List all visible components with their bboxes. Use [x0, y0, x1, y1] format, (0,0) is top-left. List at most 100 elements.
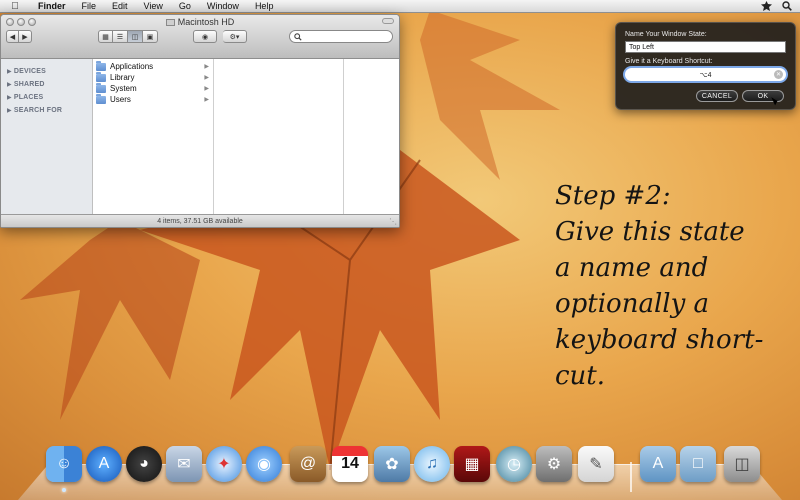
search-icon	[294, 32, 302, 41]
list-item-label: Library	[110, 73, 135, 82]
sidebar-section-search-for[interactable]: ▶ SEARCH FOR	[1, 104, 92, 117]
annotation-line: Give this state	[555, 217, 745, 247]
list-item-applications[interactable]: Applications ▶	[93, 60, 213, 72]
ical-icon[interactable]: 14	[332, 446, 368, 482]
time-machine-icon[interactable]: ◷	[496, 446, 532, 482]
safari-icon[interactable]: ✦	[206, 446, 242, 482]
search-field[interactable]	[289, 30, 393, 43]
sidebar-section-label: PLACES	[13, 94, 44, 101]
sidebar-section-shared[interactable]: ▶ SHARED	[1, 78, 92, 91]
title-bar[interactable]: Macintosh HD ◀ ▶ ▦ ☰ ◫ ▣ ◉ ⚙▾	[1, 15, 399, 59]
ichat-icon[interactable]: ◉	[246, 446, 282, 482]
folder-icon	[96, 71, 106, 82]
list-item-label: System	[110, 84, 137, 93]
toolbar: ◀ ▶ ▦ ☰ ◫ ▣ ◉ ⚙▾	[1, 29, 399, 55]
calendar-day: 14	[341, 455, 359, 472]
quick-look-button[interactable]: ◉	[193, 30, 217, 43]
cover-flow-icon: ▣	[146, 33, 154, 41]
trash-icon[interactable]: ◫	[724, 446, 760, 482]
forward-arrow-icon: ▶	[22, 33, 28, 41]
view-mode-group: ▦ ☰ ◫ ▣	[98, 30, 158, 43]
ok-button[interactable]: OK	[742, 90, 784, 102]
dock-separator	[630, 462, 632, 492]
action-menu-button[interactable]: ⚙▾	[223, 30, 247, 43]
sidebar-section-devices[interactable]: ▶ DEVICES	[1, 65, 92, 78]
hard-drive-icon	[165, 19, 175, 26]
annotation-line: Step #2:	[555, 181, 671, 211]
eye-icon: ◉	[201, 33, 209, 41]
dashboard-icon[interactable]: ◕	[126, 446, 162, 482]
name-field-value: Top Left	[629, 43, 654, 51]
list-view-button[interactable]: ☰	[113, 30, 128, 43]
folder-icon	[96, 82, 106, 93]
dock: ☺ A ◕ ✉ ✦ ◉ @ 14 ✿ ♫ ▦ ◷ ⚙ ✎ A □ ◫	[40, 446, 770, 496]
list-item-users[interactable]: Users ▶	[93, 93, 213, 105]
disclosure-triangle-icon: ▶	[7, 108, 12, 114]
annotation-line: a name and	[555, 253, 709, 283]
sidebar-section-places[interactable]: ▶ PLACES	[1, 91, 92, 104]
back-button[interactable]: ◀	[6, 30, 19, 43]
disclosure-triangle-icon: ▶	[7, 82, 12, 88]
sidebar: ▶ DEVICES ▶ SHARED ▶ PLACES ▶ SEARCH FOR	[1, 59, 93, 214]
browser-column-2[interactable]	[214, 59, 344, 214]
cover-flow-button[interactable]: ▣	[143, 30, 158, 43]
disclosure-triangle-icon: ▶	[7, 95, 12, 101]
menu-help[interactable]: Help	[247, 0, 282, 13]
icon-view-icon: ▦	[102, 33, 109, 41]
back-forward-group: ◀ ▶	[6, 30, 32, 43]
cancel-button[interactable]: CANCEL	[696, 90, 738, 102]
spotlight-icon[interactable]	[782, 1, 792, 11]
status-bar: 4 items, 37.51 GB available ⋱	[1, 214, 399, 227]
resize-grip-icon[interactable]: ⋱	[389, 217, 397, 226]
browser-column-1: Applications ▶ Library ▶ System ▶ Users ▶	[93, 59, 214, 214]
running-indicator	[62, 488, 66, 492]
applications-stack-icon[interactable]: A	[640, 446, 676, 482]
textedit-icon[interactable]: ✎	[578, 446, 614, 482]
list-item-label: Applications	[110, 62, 154, 71]
sidebar-section-label: SEARCH FOR	[13, 107, 63, 114]
address-book-icon[interactable]: @	[290, 446, 326, 482]
list-view-icon: ☰	[116, 33, 124, 41]
annotation-line: keyboard short-	[555, 325, 764, 355]
app-store-icon[interactable]: A	[86, 446, 122, 482]
browser-column-3[interactable]	[344, 59, 399, 214]
forward-button[interactable]: ▶	[19, 30, 32, 43]
sidebar-section-label: SHARED	[13, 81, 45, 88]
window-state-name-input[interactable]: Top Left	[625, 41, 786, 53]
column-view-button[interactable]: ◫	[128, 30, 143, 43]
window-state-dialog: Name Your Window State: Top Left Give it…	[615, 22, 796, 110]
documents-stack-icon[interactable]: □	[680, 446, 716, 482]
window-title: Macintosh HD	[1, 17, 399, 27]
gear-icon: ⚙▾	[229, 33, 240, 41]
shortcut-value: ⌥4	[699, 71, 712, 79]
name-label: Name Your Window State:	[625, 31, 707, 38]
menu-app-finder[interactable]: Finder	[30, 0, 74, 13]
finder-icon[interactable]: ☺	[46, 446, 82, 482]
chevron-right-icon: ▶	[204, 75, 209, 81]
back-arrow-icon: ◀	[9, 33, 16, 41]
menu-window[interactable]: Window	[199, 0, 247, 13]
menu-edit[interactable]: Edit	[104, 0, 136, 13]
iphoto-icon[interactable]: ✿	[374, 446, 410, 482]
menu-go[interactable]: Go	[171, 0, 199, 13]
menu-bar:  Finder File Edit View Go Window Help	[0, 0, 800, 13]
menu-view[interactable]: View	[136, 0, 171, 13]
list-item-library[interactable]: Library ▶	[93, 71, 213, 83]
list-item-system[interactable]: System ▶	[93, 82, 213, 94]
front-row-icon[interactable]: ▦	[454, 446, 490, 482]
list-item-label: Users	[110, 95, 131, 104]
toolbar-toggle-button[interactable]	[382, 18, 394, 24]
menu-file[interactable]: File	[74, 0, 105, 13]
mail-icon[interactable]: ✉	[166, 446, 202, 482]
keyboard-shortcut-field[interactable]: ⌥4 ✕	[625, 68, 786, 81]
itunes-icon[interactable]: ♫	[414, 446, 450, 482]
folder-icon	[96, 93, 106, 104]
apple-menu-icon[interactable]: 	[0, 1, 30, 12]
icon-view-button[interactable]: ▦	[98, 30, 113, 43]
sidebar-section-label: DEVICES	[13, 68, 46, 75]
window-title-text: Macintosh HD	[177, 17, 235, 27]
shortcut-label: Give it a Keyboard Shortcut:	[625, 58, 713, 65]
clear-shortcut-icon[interactable]: ✕	[774, 70, 783, 79]
window-state-menu-icon[interactable]	[761, 0, 772, 12]
system-preferences-icon[interactable]: ⚙	[536, 446, 572, 482]
